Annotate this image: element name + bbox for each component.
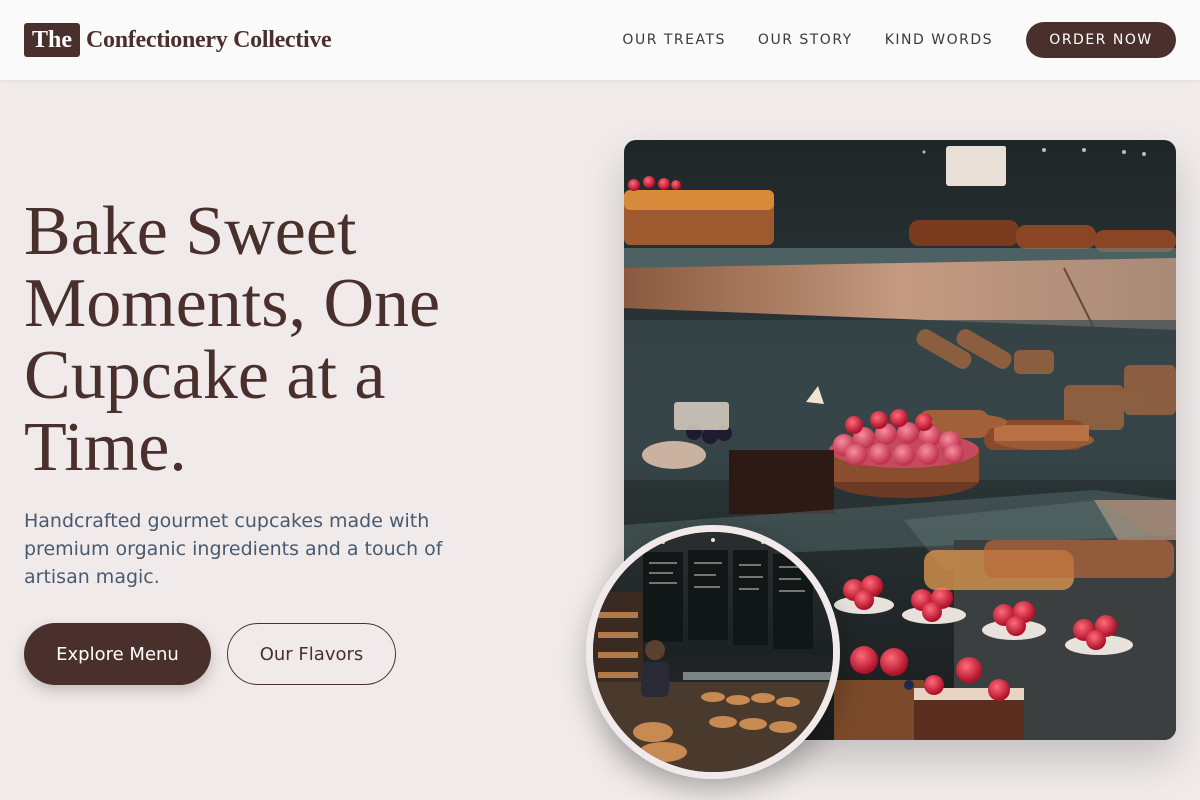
explore-menu-button[interactable]: Explore Menu	[24, 623, 211, 685]
nav-link-our-story[interactable]: OUR STORY	[758, 32, 853, 48]
brand-logo[interactable]: The Confectionery Collective	[24, 23, 332, 57]
nav-link-kind-words[interactable]: KIND WORDS	[885, 32, 993, 48]
order-now-button[interactable]: ORDER NOW	[1026, 22, 1176, 58]
hero-subtitle: Handcrafted gourmet cupcakes made with p…	[24, 510, 443, 588]
site-header: The Confectionery Collective OUR TREATS …	[0, 0, 1200, 80]
nav-link-our-treats[interactable]: OUR TREATS	[622, 32, 726, 48]
bakery-interior-image	[586, 525, 840, 779]
brand-name: Confectionery Collective	[86, 26, 332, 53]
our-flavors-button[interactable]: Our Flavors	[227, 623, 396, 685]
main-nav: OUR TREATS OUR STORY KIND WORDS ORDER NO…	[590, 22, 1176, 58]
hero-title: Bake Sweet Moments, One Cupcake at a Tim…	[24, 193, 441, 486]
logo-mark: The	[24, 23, 81, 57]
